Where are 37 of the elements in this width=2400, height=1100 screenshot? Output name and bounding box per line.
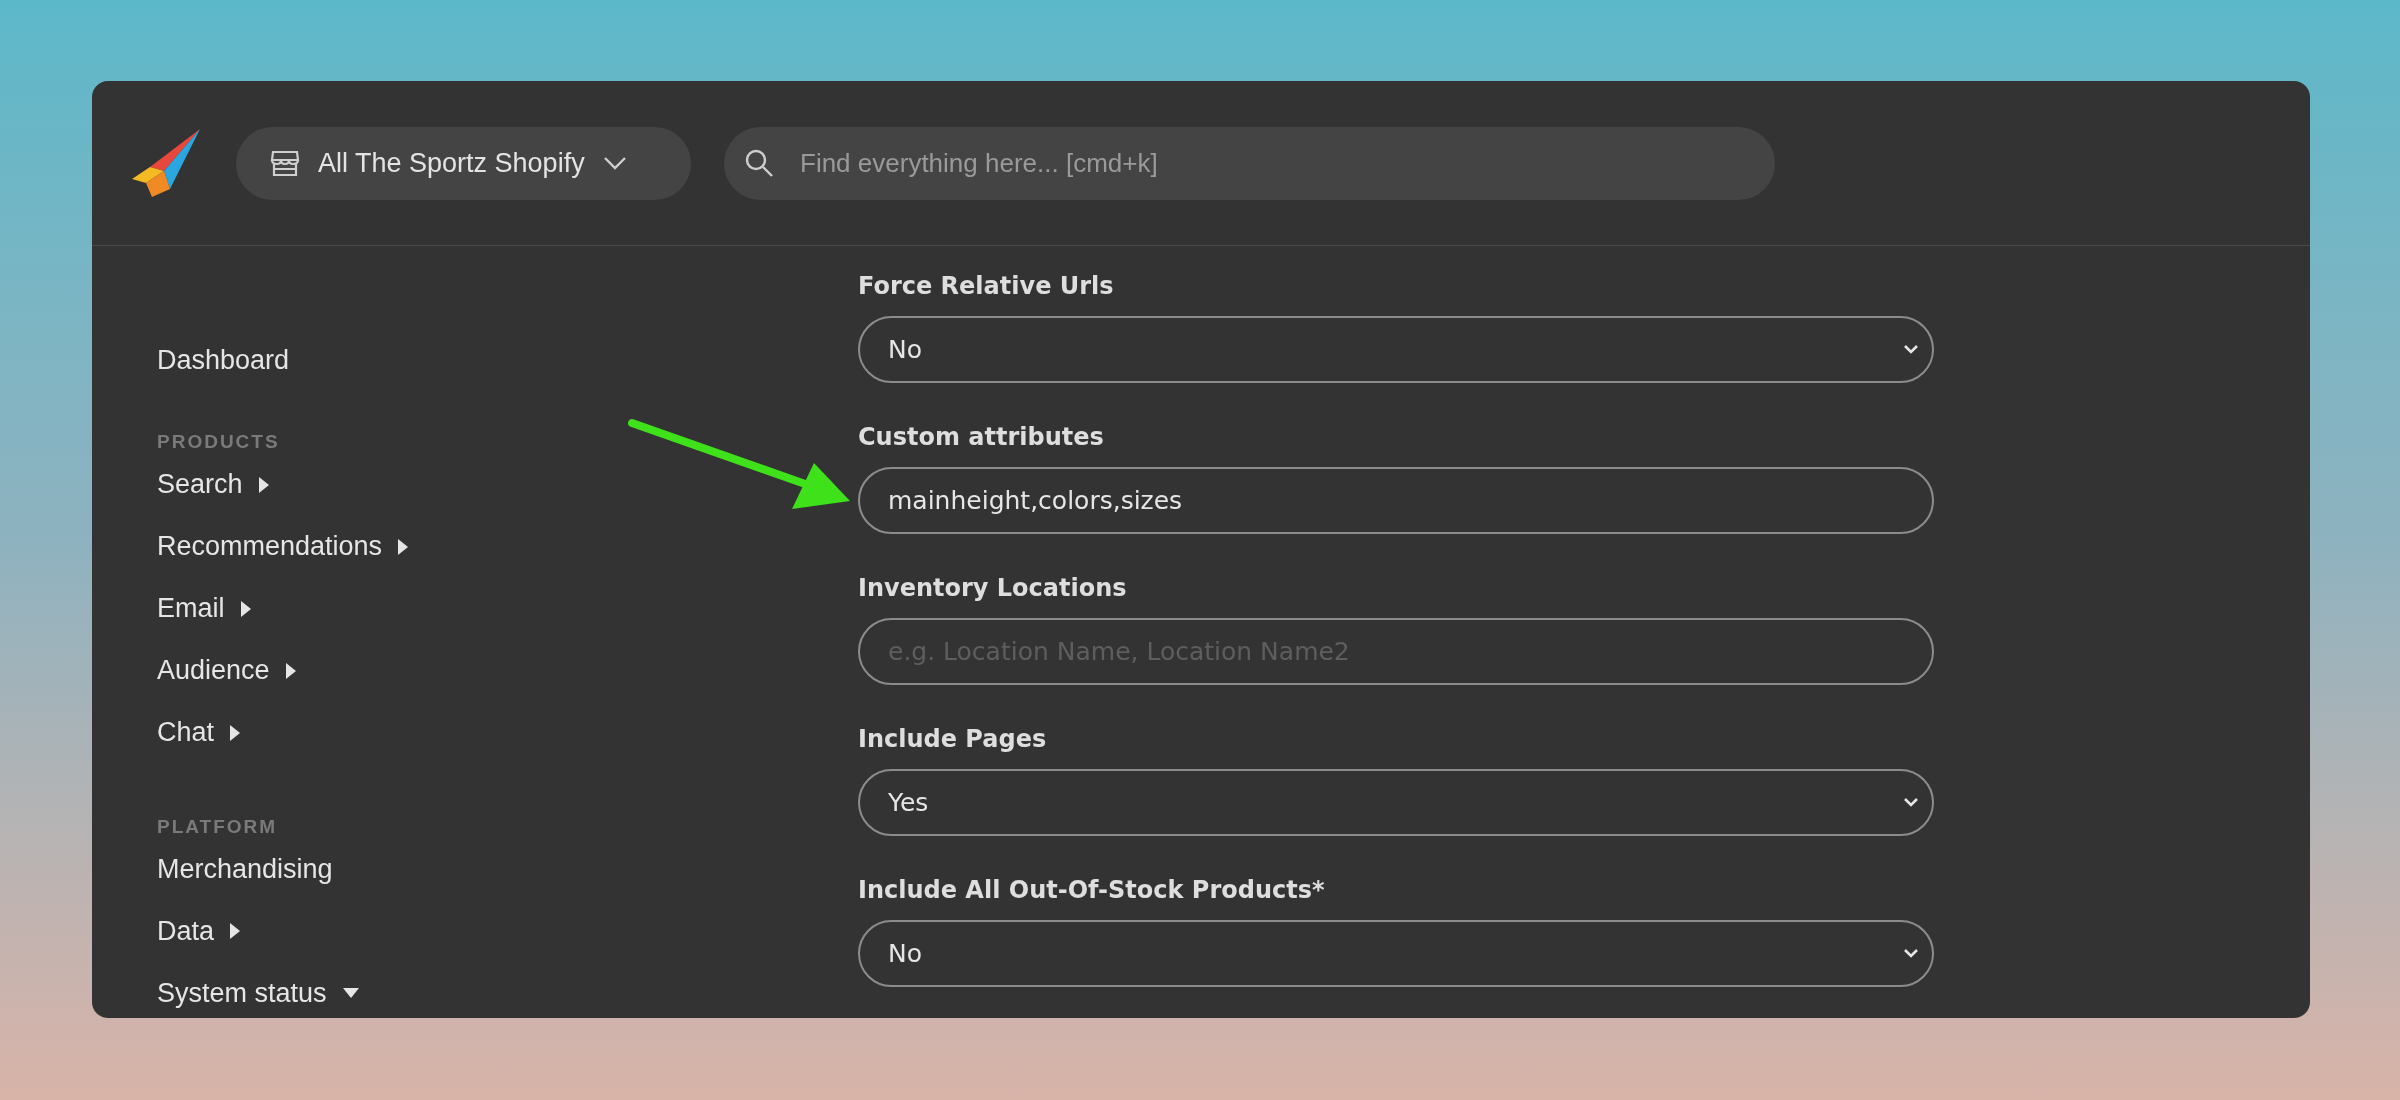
caret-right-icon bbox=[285, 662, 296, 679]
field-label: Include All Out-Of-Stock Products* bbox=[858, 875, 1325, 906]
dropdown[interactable]: Yes bbox=[858, 769, 1934, 836]
caret-down-icon bbox=[342, 988, 359, 998]
store-selector[interactable]: All The Sportz Shopify bbox=[236, 126, 691, 200]
field-label: Include Pages bbox=[858, 724, 1047, 755]
field-label: Inventory Locations bbox=[858, 573, 1127, 604]
nav-item[interactable]: Merchandising bbox=[157, 851, 333, 887]
dropdown[interactable]: No bbox=[858, 920, 1934, 987]
field-label: Custom attributes bbox=[858, 422, 1104, 453]
nav-item[interactable]: Audience bbox=[157, 652, 296, 689]
nav-item[interactable]: Data bbox=[157, 913, 241, 949]
field-label: Force Relative Urls bbox=[858, 271, 1114, 302]
caret-right-icon bbox=[398, 538, 409, 555]
paper-plane-logo[interactable] bbox=[130, 127, 202, 199]
nav-item[interactable]: Dashboard bbox=[157, 342, 290, 378]
caret-right-icon bbox=[230, 923, 241, 939]
dropdown[interactable]: No bbox=[858, 316, 1934, 383]
nav-item[interactable]: Search bbox=[157, 466, 269, 503]
caret-right-icon bbox=[258, 476, 269, 493]
nav-item[interactable]: Email bbox=[157, 590, 251, 627]
section-heading: PRODUCTS bbox=[157, 430, 280, 454]
chevron-down-icon bbox=[1904, 345, 1918, 354]
store-name: All The Sportz Shopify bbox=[318, 146, 585, 180]
section-heading: PLATFORM bbox=[157, 814, 278, 839]
nav-item[interactable]: Recommendations bbox=[157, 528, 409, 565]
chevron-down-icon bbox=[1904, 949, 1918, 958]
nav-item[interactable]: System status bbox=[157, 975, 359, 1011]
store-icon bbox=[270, 149, 300, 177]
caret-right-icon bbox=[240, 600, 251, 617]
caret-right-icon bbox=[230, 724, 241, 741]
search-icon bbox=[744, 147, 774, 178]
chevron-down-icon bbox=[602, 156, 627, 170]
text-input[interactable]: mainheight,colors,sizes bbox=[858, 467, 1934, 534]
chevron-down-icon bbox=[1904, 798, 1918, 807]
search-field[interactable]: Find everything here... [cmd+k] bbox=[724, 126, 1775, 200]
nav-item[interactable]: Chat bbox=[157, 714, 241, 751]
